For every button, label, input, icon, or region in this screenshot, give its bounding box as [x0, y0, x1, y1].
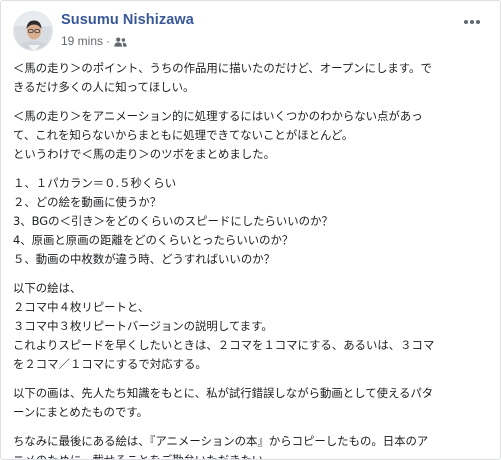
paragraph-problem: ＜馬の走り＞をアニメーション的に処理するにはいくつかのわからない点があっ て、こ…: [13, 107, 491, 164]
text-line: ニメのために、載せることをご勘弁いただきたい。: [13, 453, 275, 460]
list-item: ５、動画の中枚数が違う時、どうすればいいのか？: [13, 252, 275, 266]
text-line: これよりスピードを早くしたいときは、２コマを１コマにする、あるいは、３コマ: [13, 338, 435, 352]
text-line: を２コマ／１コマにするで対応する。: [13, 357, 207, 371]
text-line: ちなみに最後にある絵は、『アニメーションの本』からコピーしたもの。日本のア: [13, 434, 429, 448]
text-line: というわけで＜馬の走り＞のツボをまとめました。: [13, 147, 275, 161]
paragraph-points-list: １、１パカラン＝０.５秒くらい ２、どの絵を動画に使うか？ 3、BGの＜引き＞を…: [13, 174, 491, 269]
more-options-button[interactable]: [460, 14, 484, 28]
paragraph-explanation: 以下の絵は、 ２コマ中４枚リピートと、 ３コマ中３枚リピートバージョンの説明して…: [13, 279, 491, 374]
list-item: ２、どの絵を動画に使うか？: [13, 195, 162, 209]
post-text: ＜馬の走り＞のポイント、うちの作品用に描いたのだけど、オープンにします。で きる…: [13, 59, 491, 460]
post-meta: 19 mins ·: [61, 33, 127, 49]
post-card: Susumu Nishizawa 19 mins · ＜馬の走り＞のポイント、う…: [0, 0, 501, 460]
paragraph-intro: ＜馬の走り＞のポイント、うちの作品用に描いたのだけど、オープンにします。で きる…: [13, 59, 491, 97]
text-line: ３コマ中３枚リピートバージョンの説明してます。: [13, 319, 273, 333]
text-line: 以下の絵は、: [13, 281, 82, 295]
list-item: １、１パカラン＝０.５秒くらい: [13, 176, 177, 190]
text-line: て、これを知らないからまともに処理できてないことがほとんど。: [13, 128, 354, 142]
post-header: Susumu Nishizawa 19 mins ·: [13, 11, 488, 55]
text-line: ２コマ中４枚リピートと、: [13, 300, 150, 314]
post-timestamp[interactable]: 19 mins: [61, 34, 103, 48]
paragraph-source: 以下の画は、先人たち知識をもとに、私が試行錯誤しながら動画として使えるパタ ーン…: [13, 384, 491, 422]
text-line: ーンにまとめたものです。: [13, 405, 148, 419]
friends-icon[interactable]: [114, 36, 127, 47]
avatar-photo: [14, 12, 52, 50]
avatar[interactable]: [13, 11, 53, 51]
text-line: きるだけ多くの人に知ってほしい。: [13, 80, 195, 94]
meta-separator: ·: [106, 34, 111, 48]
text-line: 以下の画は、先人たち知識をもとに、私が試行錯誤しながら動画として使えるパタ: [13, 386, 434, 400]
list-item: 3、BGの＜引き＞をどのくらいのスピードにしたらいいのか？: [13, 214, 333, 228]
author-name[interactable]: Susumu Nishizawa: [61, 12, 194, 28]
text-line: ＜馬の走り＞のポイント、うちの作品用に描いたのだけど、オープンにします。で: [13, 61, 432, 75]
text-line: ＜馬の走り＞をアニメーション的に処理するにはいくつかのわからない点があっ: [13, 109, 423, 123]
ellipsis-icon: [464, 20, 480, 24]
paragraph-credit: ちなみに最後にある絵は、『アニメーションの本』からコピーしたもの。日本のア ニメ…: [13, 432, 491, 460]
list-item: 4、原画と原画の距離をどのくらいとったらいいのか？: [13, 233, 294, 247]
